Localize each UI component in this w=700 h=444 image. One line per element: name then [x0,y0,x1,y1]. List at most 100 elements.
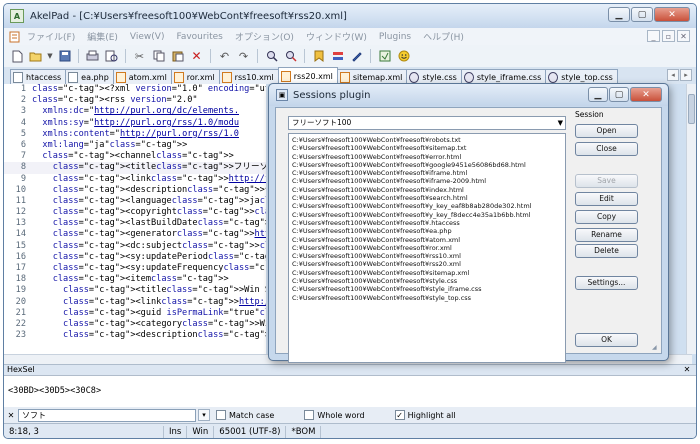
replace-icon[interactable] [282,48,299,65]
editor-line[interactable]: 10 class="c-tag"><descriptionclass="c-ta… [4,185,266,196]
goto-icon[interactable] [376,48,393,65]
list-item[interactable]: C:¥Users¥freesoft100¥WebCont¥freesoft¥st… [292,285,562,293]
paste-icon[interactable] [169,48,186,65]
editor-line[interactable]: 20 class="c-tag"><linkclass="c-tag">>htt… [4,297,266,308]
status-line-ending[interactable]: Win [187,425,215,438]
list-item[interactable]: C:¥Users¥freesoft100¥WebCont¥freesoft¥at… [292,236,562,244]
tab-ror-xml[interactable]: ror.xml [170,69,220,84]
code-editor[interactable]: 1 class="c-tag"><?xml version="1.0" encod… [4,84,266,354]
session-select[interactable]: フリーソフト100 ▼ [288,116,566,130]
title-bar[interactable]: A AkelPad - [C:¥Users¥freesoft100¥WebCon… [4,4,696,28]
dialog-close-button[interactable]: ✕ [630,87,662,102]
editor-line[interactable]: 7 class="c-tag"><channelclass="c-tag">> [4,151,266,162]
list-item[interactable]: C:¥Users¥freesoft100¥WebCont¥freesoft¥in… [292,186,562,194]
menu-options[interactable]: オプション(O) [229,30,300,43]
editor-line[interactable]: 21 class="c-tag"><guid isPermaLink="true… [4,308,266,319]
rename-button[interactable]: Rename [575,228,638,242]
copy-button[interactable]: Copy [575,210,638,224]
ok-button[interactable]: OK [575,333,638,347]
copy-icon[interactable] [150,48,167,65]
list-item[interactable]: C:¥Users¥freesoft100¥WebCont¥freesoft¥ro… [292,244,562,252]
highlight-all-checkbox[interactable]: ✓ [394,410,405,420]
open-folder-icon[interactable] [27,48,44,65]
hexsel-output[interactable]: <30BD><30D5><30C8> [4,375,696,407]
find-icon[interactable] [263,48,280,65]
whole-word-option[interactable]: Whole word [304,410,365,420]
highlight-icon[interactable] [329,48,346,65]
list-item[interactable]: C:¥Users¥freesoft100¥WebCont¥freesoft¥y_… [292,211,562,219]
editor-line[interactable]: 4 xmlns:sy="http://purl.org/rss/1.0/modu [4,118,266,129]
tab-htaccess[interactable]: htaccess [10,69,67,84]
editor-line[interactable]: 23 class="c-tag"><descriptionclass="c-ta… [4,330,266,341]
editor-line[interactable]: 19 class="c-tag"><titleclass="c-tag">>Wi… [4,285,266,296]
editor-line[interactable]: 3 xmlns:dc="http://purl.org/dc/elements. [4,106,266,117]
menu-favourites[interactable]: Favourites [170,32,228,42]
undo-icon[interactable]: ↶ [216,48,233,65]
list-item[interactable]: C:¥Users¥freesoft100¥WebCont¥freesoft¥if… [292,169,562,177]
resize-grip-icon[interactable]: ◢ [652,344,660,352]
cut-icon[interactable]: ✂ [131,48,148,65]
editor-line[interactable]: 16 class="c-tag"><sy:updatePeriodclass="… [4,252,266,263]
list-item[interactable]: C:¥Users¥freesoft100¥WebCont¥freesoft¥.h… [292,219,562,227]
highlight-all-option[interactable]: ✓ Highlight all [394,410,456,420]
tab-sitemap-xml[interactable]: sitemap.xml [336,69,408,84]
list-item[interactable]: C:¥Users¥freesoft100¥WebCont¥freesoft¥ea… [292,227,562,235]
save-button[interactable]: Save [575,174,638,188]
menu-help[interactable]: ヘルプ(H) [417,30,470,43]
editor-line[interactable]: 18 class="c-tag"><itemclass="c-tag">> [4,274,266,285]
whole-word-checkbox[interactable] [304,410,315,420]
menu-file[interactable]: ファイル(F) [21,30,81,43]
editor-line[interactable]: 12 class="c-tag"><copyrightclass="c-tag"… [4,207,266,218]
status-encoding[interactable]: 65001 (UTF-8) [214,425,287,438]
tab-atom-xml[interactable]: atom.xml [112,69,172,84]
list-item[interactable]: C:¥Users¥freesoft100¥WebCont¥freesoft¥st… [292,277,562,285]
menu-window[interactable]: ウィンドウ(W) [300,30,373,43]
tab-scroll-right-icon[interactable]: ▸ [680,69,692,81]
list-item[interactable]: C:¥Users¥freesoft100¥WebCont¥freesoft¥y_… [292,202,562,210]
print-icon[interactable] [84,48,101,65]
editor-line[interactable]: 8 class="c-tag"><titleclass="c-tag">>フリー… [4,162,266,174]
editor-line[interactable]: 22 class="c-tag"><categoryclass="c-tag">… [4,319,266,330]
list-item[interactable]: C:¥Users¥freesoft100¥WebCont¥freesoft¥si… [292,269,562,277]
hexsel-close-icon[interactable]: ✕ [682,365,692,375]
redo-icon[interactable]: ↷ [235,48,252,65]
tab-rss10-xml[interactable]: rss10.xml [218,69,279,84]
editor-line[interactable]: 13 class="c-tag"><lastBuildDateclass="c-… [4,218,266,229]
status-insert-mode[interactable]: Ins [164,425,188,438]
mdi-restore-icon[interactable]: ▫ [662,30,675,42]
tab-style-css[interactable]: style.css [406,69,462,84]
match-case-checkbox[interactable] [216,410,226,420]
save-icon[interactable] [56,48,73,65]
editor-line[interactable]: 5 xmlns:content="http://purl.org/rss/1.0 [4,129,266,140]
mdi-minimize-icon[interactable]: _ [647,30,660,42]
list-item[interactable]: C:¥Users¥freesoft100¥WebCont¥freesoft¥se… [292,194,562,202]
find-close-icon[interactable]: ✕ [4,411,18,420]
list-item[interactable]: C:¥Users¥freesoft100¥WebCont¥freesoft¥go… [292,161,562,169]
sessions-dialog-title-bar[interactable]: ▣ Sessions plugin ▁ ▢ ✕ [269,84,668,106]
vertical-scrollbar[interactable] [686,84,696,354]
list-item[interactable]: C:¥Users¥freesoft100¥WebCont¥freesoft¥er… [292,153,562,161]
editor-line[interactable]: 15 class="c-tag"><dc:subjectclass="c-tag… [4,241,266,252]
tab-style-top-css[interactable]: style_top.css [545,69,618,84]
open-button[interactable]: Open [575,124,638,138]
editor-line[interactable]: 6 xml:lang="ja"class="c-tag">> [4,140,266,151]
dialog-maximize-button[interactable]: ▢ [609,87,629,102]
menu-edit[interactable]: 編集(E) [81,30,124,43]
editor-line[interactable]: 11 class="c-tag"><languageclass="c-tag">… [4,196,266,207]
list-item[interactable]: C:¥Users¥freesoft100¥WebCont¥freesoft¥rs… [292,260,562,268]
find-input[interactable]: ソフト [18,408,196,422]
delete-icon[interactable]: ✕ [188,48,205,65]
new-file-icon[interactable] [8,48,25,65]
list-item[interactable]: C:¥Users¥freesoft100¥WebCont¥freesoft¥if… [292,177,562,185]
settings-button[interactable]: Settings... [575,276,638,290]
minimize-button[interactable]: ▁ [608,7,630,22]
list-item[interactable]: C:¥Users¥freesoft100¥WebCont¥freesoft¥st… [292,294,562,302]
tab-style-iframe-css[interactable]: style_iframe.css [460,69,547,84]
menu-view[interactable]: View(V) [124,32,171,42]
editor-line[interactable]: 9 class="c-tag"><linkclass="c-tag">>http… [4,174,266,185]
session-file-list[interactable]: C:¥Users¥freesoft100¥WebCont¥freesoft¥ro… [288,133,566,363]
match-case-option[interactable]: Match case [216,410,274,420]
bookmark-icon[interactable] [310,48,327,65]
list-item[interactable]: C:¥Users¥freesoft100¥WebCont¥freesoft¥si… [292,144,562,152]
editor-line[interactable]: 2 class="c-tag"><rss version="2.0" [4,95,266,106]
